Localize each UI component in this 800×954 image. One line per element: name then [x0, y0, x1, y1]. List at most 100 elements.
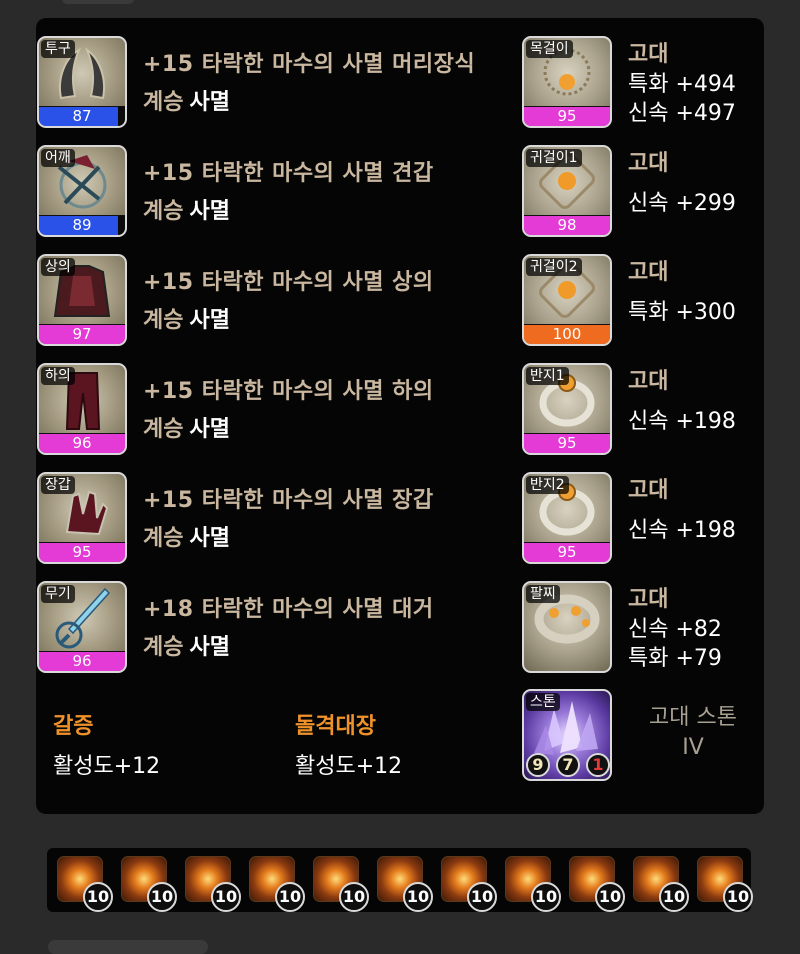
- equipment-name: +15 타락한 마수의 사멸 장갑: [143, 488, 434, 513]
- accessory-grade: 고대: [628, 369, 669, 394]
- equipment-slot-label: 투구: [41, 40, 75, 58]
- quality-bar: 97: [39, 324, 125, 344]
- equipment-tier: 계승 사멸: [143, 520, 230, 552]
- accessory-grade: 고대: [628, 478, 669, 503]
- equipment-slot-label: 상의: [41, 258, 75, 276]
- equipment-name: +15 타락한 마수의 사멸 하의: [143, 379, 434, 404]
- tier-value: 사멸: [189, 90, 230, 115]
- accessory-stat: 신속 +82: [628, 617, 722, 642]
- quality-bar: 96: [39, 651, 125, 671]
- tier-label: 계승: [143, 526, 184, 551]
- gem-level: 10: [659, 882, 689, 912]
- equipment-name: +15 타락한 마수의 사멸 머리장식: [143, 52, 476, 77]
- accessory-stat: 신속 +299: [628, 191, 736, 216]
- top-tab-edge[interactable]: [62, 0, 134, 4]
- tier-label: 계승: [143, 308, 184, 333]
- tier-label: 계승: [143, 635, 184, 660]
- gem-slot[interactable]: 10: [185, 856, 241, 912]
- accessory-slot[interactable]: 반지2 95: [522, 472, 612, 564]
- accessory-stat: 신속 +198: [628, 409, 736, 434]
- engraving-value-2: 활성도+12: [295, 754, 403, 779]
- equipment-tier: 계승 사멸: [143, 193, 230, 225]
- tier-label: 계승: [143, 199, 184, 224]
- tier-value: 사멸: [189, 308, 230, 333]
- stone-level-3: 1: [586, 753, 610, 777]
- equipment-slot[interactable]: 상의 97: [37, 254, 127, 346]
- gem-slot[interactable]: 10: [377, 856, 433, 912]
- gem-level: 10: [211, 882, 241, 912]
- accessory-slot[interactable]: 목걸이 95: [522, 36, 612, 128]
- accessory-stat: 특화 +79: [628, 646, 722, 671]
- gem-level: 10: [147, 882, 177, 912]
- quality-bar: 100: [524, 324, 610, 344]
- accessory-slot[interactable]: 귀걸이1 98: [522, 145, 612, 237]
- tier-label: 계승: [143, 417, 184, 442]
- equipment-name: +18 타락한 마수의 사멸 대거: [143, 597, 434, 622]
- tier-value: 사멸: [189, 635, 230, 660]
- gem-slot[interactable]: 10: [505, 856, 561, 912]
- accessory-stat: 신속 +198: [628, 518, 736, 543]
- ability-stone-slot[interactable]: 스톤 9 7 1: [522, 689, 612, 781]
- gem-level: 10: [403, 882, 433, 912]
- quality-bar: 95: [524, 542, 610, 562]
- stone-level-2: 7: [556, 753, 580, 777]
- engraving-value-1: 활성도+12: [53, 754, 161, 779]
- stone-grade-label: 고대 스톤: [649, 705, 737, 730]
- gem-slot[interactable]: 10: [57, 856, 113, 912]
- equipment-slot[interactable]: 장갑 95: [37, 472, 127, 564]
- tier-value: 사멸: [189, 199, 230, 224]
- quality-bar: 98: [524, 215, 610, 235]
- accessory-slot-label: 귀걸이1: [526, 149, 582, 167]
- gem-level: 10: [531, 882, 561, 912]
- equipment-tier: 계승 사멸: [143, 629, 230, 661]
- quality-bar: 95: [524, 433, 610, 453]
- gem-level: 10: [339, 882, 369, 912]
- gem-slot[interactable]: 10: [441, 856, 497, 912]
- quality-bar: 87: [39, 106, 125, 126]
- engraving-name-2: 돌격대장: [295, 714, 376, 739]
- gem-slot[interactable]: 10: [633, 856, 689, 912]
- equipment-slot[interactable]: 투구 87: [37, 36, 127, 128]
- equipment-slot-label: 어깨: [41, 149, 75, 167]
- accessory-slot-label: 목걸이: [526, 40, 573, 58]
- quality-bar: 96: [39, 433, 125, 453]
- gem-level: 10: [83, 882, 113, 912]
- gem-slot[interactable]: 10: [313, 856, 369, 912]
- accessory-stat: 특화 +494: [628, 72, 736, 97]
- equipment-slot[interactable]: 무기 96: [37, 581, 127, 673]
- equipment-tier: 계승 사멸: [143, 84, 230, 116]
- ability-stone-label: 스톤: [526, 693, 560, 711]
- accessory-slot[interactable]: 귀걸이2 100: [522, 254, 612, 346]
- equipment-slot-label: 하의: [41, 367, 75, 385]
- tier-label: 계승: [143, 90, 184, 115]
- equipment-tier: 계승 사멸: [143, 411, 230, 443]
- accessory-grade: 고대: [628, 260, 669, 285]
- accessory-slot[interactable]: 반지1 95: [522, 363, 612, 455]
- equipment-name: +15 타락한 마수의 사멸 상의: [143, 270, 434, 295]
- stone-tier-label: IV: [682, 735, 704, 760]
- quality-bar: 89: [39, 215, 125, 235]
- gem-level: 10: [595, 882, 625, 912]
- accessory-slot-label: 반지2: [526, 476, 569, 494]
- equipment-slot[interactable]: 어깨 89: [37, 145, 127, 237]
- equipment-tier: 계승 사멸: [143, 302, 230, 334]
- gem-slot[interactable]: 10: [249, 856, 305, 912]
- accessory-grade: 고대: [628, 151, 669, 176]
- equipment-slot-label: 무기: [41, 585, 75, 603]
- accessory-slot[interactable]: 팔찌: [522, 581, 612, 673]
- bottom-tab-edge[interactable]: [48, 940, 208, 954]
- quality-bar: 95: [524, 106, 610, 126]
- gem-level: 10: [723, 882, 753, 912]
- gem-slot[interactable]: 10: [569, 856, 625, 912]
- tier-value: 사멸: [189, 526, 230, 551]
- accessory-slot-label: 팔찌: [526, 585, 560, 603]
- gem-slot[interactable]: 10: [121, 856, 177, 912]
- quality-bar: 95: [39, 542, 125, 562]
- accessory-grade: 고대: [628, 42, 669, 67]
- engraving-name-1: 갈증: [53, 714, 94, 739]
- stone-level-1: 9: [526, 753, 550, 777]
- accessory-slot-label: 귀걸이2: [526, 258, 582, 276]
- accessory-grade: 고대: [628, 587, 669, 612]
- gem-slot[interactable]: 10: [697, 856, 753, 912]
- equipment-slot[interactable]: 하의 96: [37, 363, 127, 455]
